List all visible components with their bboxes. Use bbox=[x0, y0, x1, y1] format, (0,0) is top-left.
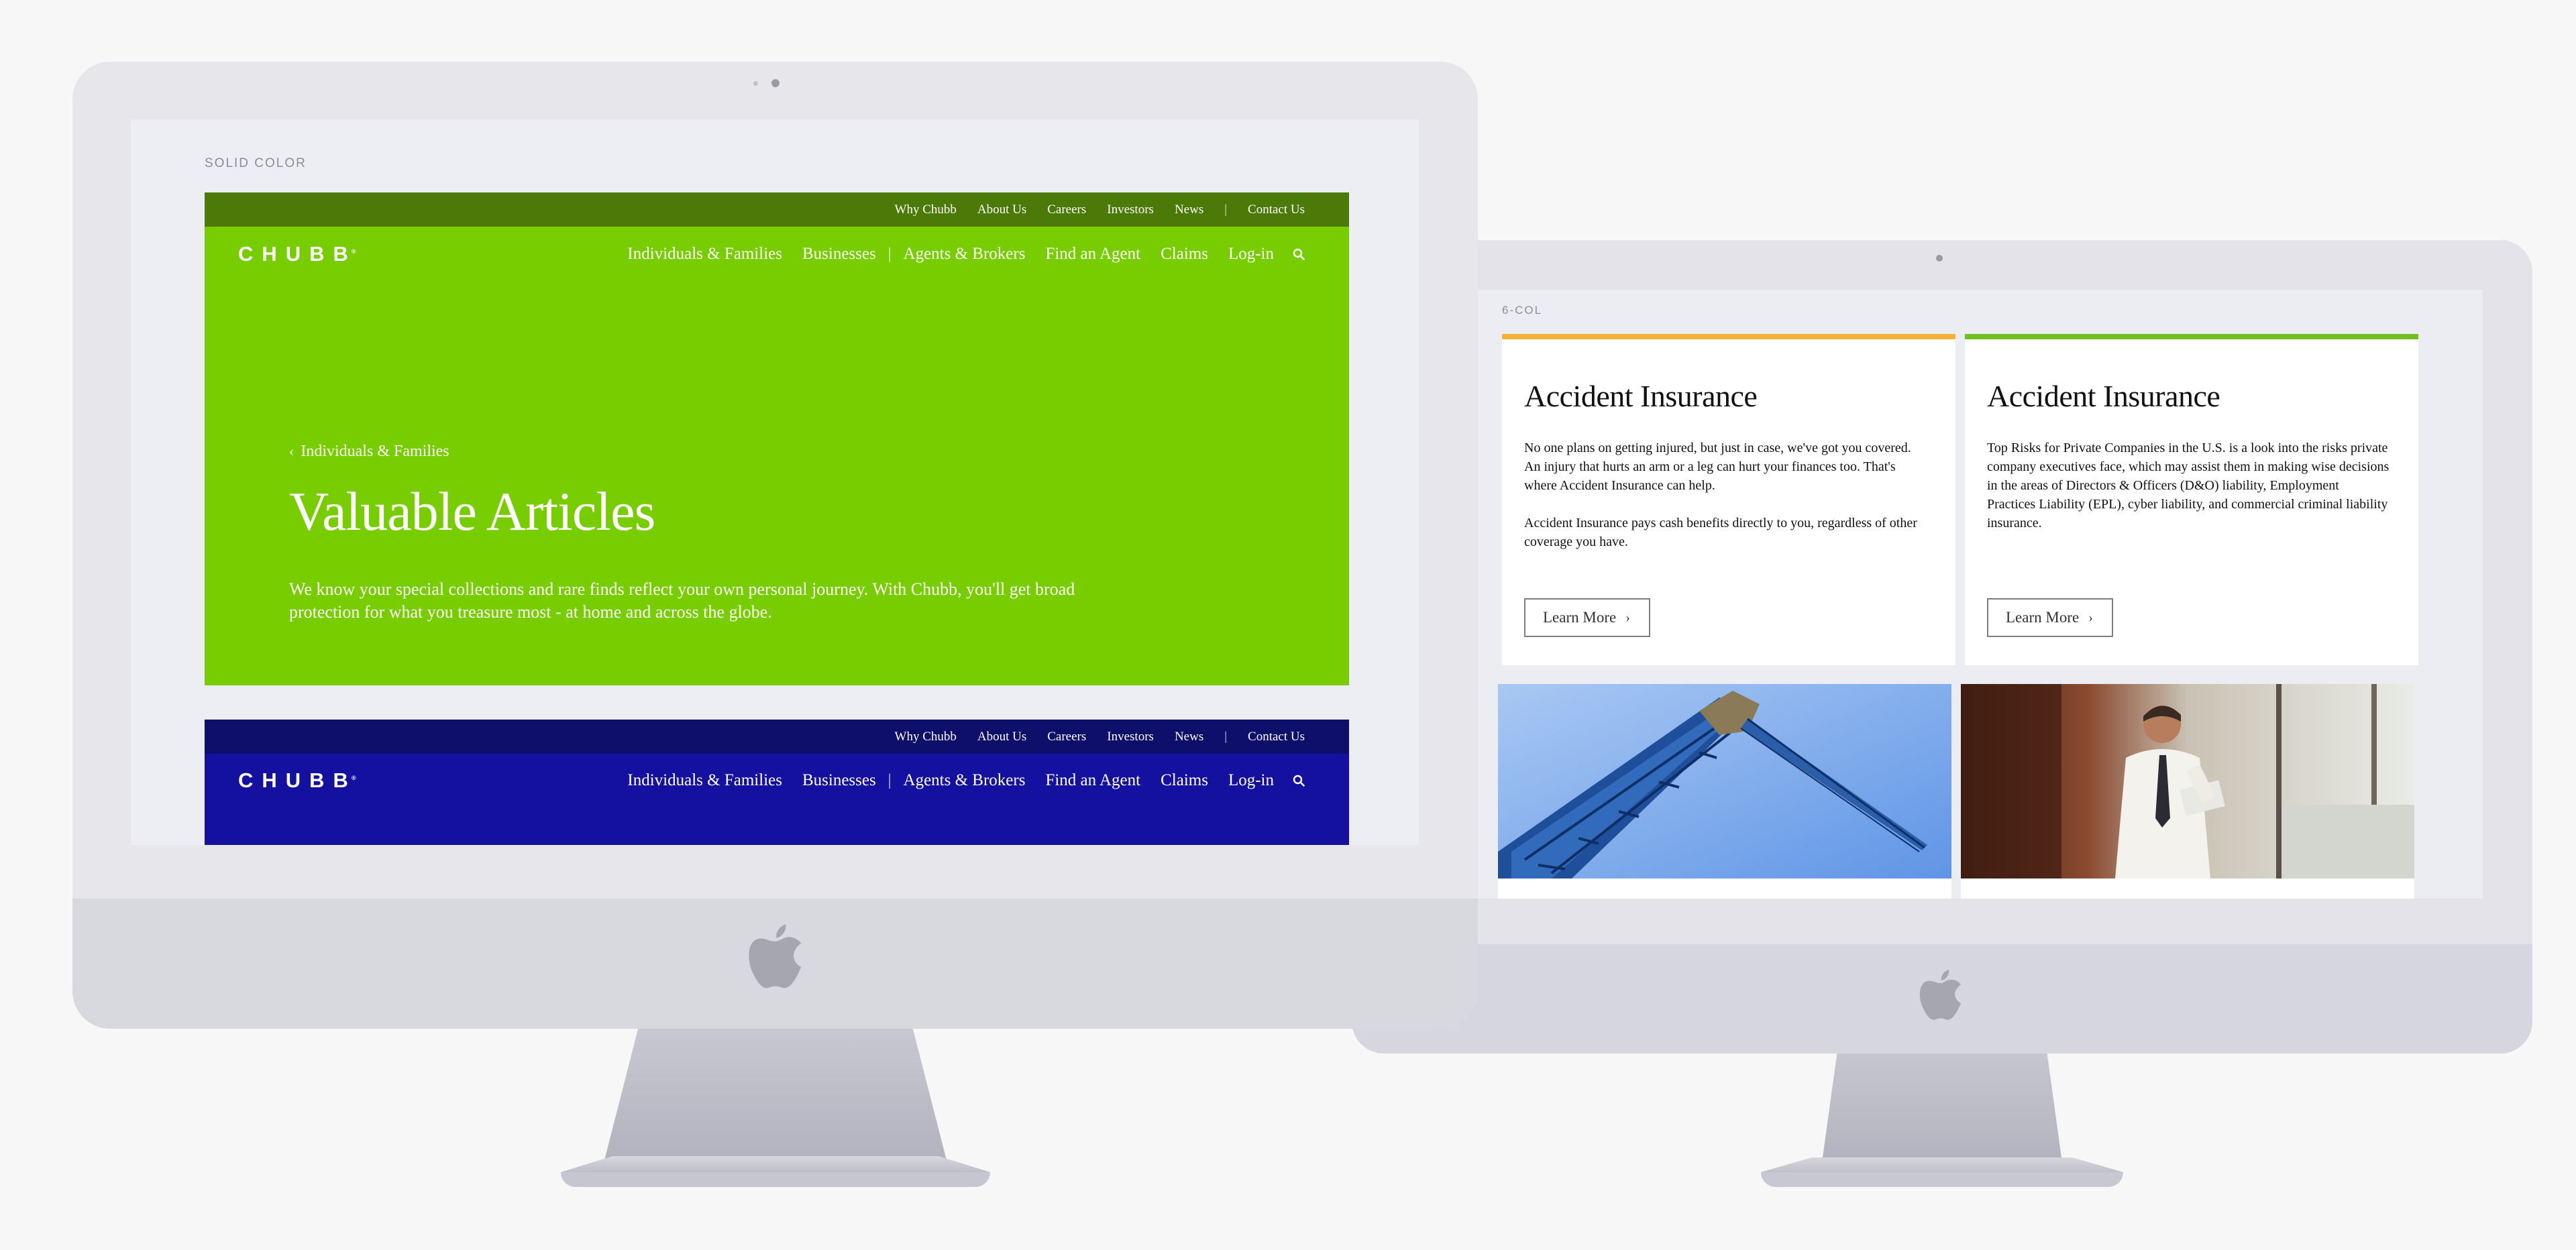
card-paragraph: Top Risks for Private Companies in the U… bbox=[1987, 441, 2390, 530]
right-monitor-foot bbox=[1761, 1172, 2123, 1187]
card-accent-bar bbox=[1502, 334, 1955, 339]
green-site: Why Chubb About Us Careers Investors New… bbox=[205, 192, 1349, 685]
hero-description: We know your special collections and rar… bbox=[289, 579, 1075, 622]
left-monitor-foot bbox=[561, 1172, 990, 1187]
main-nav: CHUBB® Individuals & Families Businesses… bbox=[205, 227, 1349, 282]
chevron-right-icon: › bbox=[1625, 610, 1630, 625]
button-label: Learn More bbox=[1543, 609, 1617, 626]
info-card: Accident Insurance No one plans on getti… bbox=[1502, 334, 1955, 665]
card-paragraph: Accident Insurance pays cash benefits di… bbox=[1524, 516, 1917, 549]
apple-logo-icon bbox=[749, 924, 802, 988]
nav-link-businesses[interactable]: Businesses bbox=[802, 245, 876, 264]
utility-nav: Why Chubb About Us Careers Investors New… bbox=[205, 192, 1349, 227]
nav-link-claims[interactable]: Claims bbox=[1161, 771, 1208, 790]
left-camera bbox=[771, 79, 780, 87]
right-monitor-stand bbox=[1823, 1054, 2061, 1157]
photo-caption-area bbox=[1498, 878, 1951, 899]
left-camera-sensor bbox=[753, 81, 758, 86]
nav-link-investors[interactable]: Investors bbox=[1107, 730, 1154, 744]
registered-mark: ® bbox=[351, 247, 356, 255]
nav-separator: | bbox=[1224, 202, 1228, 217]
card-body: Top Risks for Private Companies in the U… bbox=[1987, 439, 2390, 551]
breadcrumb[interactable]: ‹ Individuals & Families bbox=[289, 443, 449, 461]
nav-link-about-us[interactable]: About Us bbox=[977, 730, 1026, 744]
right-screen: 6-COL Accident Insurance No one plans on… bbox=[1477, 290, 2483, 899]
card-accent-bar bbox=[1965, 334, 2418, 339]
card-paragraph: No one plans on getting injured, but jus… bbox=[1524, 441, 1911, 493]
page-title: Valuable Articles bbox=[289, 481, 655, 542]
card-body: No one plans on getting injured, but jus… bbox=[1524, 439, 1927, 570]
nav-link-individuals-families[interactable]: Individuals & Families bbox=[627, 245, 782, 264]
card-title: Accident Insurance bbox=[1524, 379, 1758, 413]
chubb-logo[interactable]: CHUBB® bbox=[238, 242, 356, 266]
breadcrumb-label: Individuals & Families bbox=[301, 443, 449, 460]
hero-section: CHUBB® Individuals & Families Businesses… bbox=[205, 227, 1349, 685]
crane-photo bbox=[1498, 684, 1951, 878]
search-icon[interactable] bbox=[1293, 248, 1305, 260]
nav-separator: | bbox=[888, 771, 892, 789]
registered-mark: ® bbox=[351, 774, 356, 781]
nav-link-about-us[interactable]: About Us bbox=[977, 203, 1026, 217]
nav-link-investors[interactable]: Investors bbox=[1107, 203, 1154, 217]
nav-separator: | bbox=[888, 245, 892, 263]
left-screen: SOLID COLOR Why Chubb About Us Careers I… bbox=[131, 119, 1419, 845]
nav-link-news[interactable]: News bbox=[1175, 730, 1203, 744]
blue-site: Why Chubb About Us Careers Investors New… bbox=[205, 720, 1349, 845]
logo-text: CHUBB bbox=[238, 769, 357, 792]
nav-link-why-chubb[interactable]: Why Chubb bbox=[895, 730, 957, 744]
right-camera bbox=[1936, 255, 1943, 262]
nav-link-log-in[interactable]: Log-in bbox=[1228, 245, 1274, 264]
screen-label: SOLID COLOR bbox=[205, 156, 307, 170]
logo-text: CHUBB bbox=[238, 242, 357, 266]
nav-link-individuals-families[interactable]: Individuals & Families bbox=[627, 771, 782, 790]
office-photo bbox=[1961, 684, 2414, 878]
nav-link-log-in[interactable]: Log-in bbox=[1228, 771, 1274, 790]
nav-link-news[interactable]: News bbox=[1175, 203, 1203, 217]
utility-nav: Why Chubb About Us Careers Investors New… bbox=[205, 720, 1349, 754]
nav-link-find-an-agent[interactable]: Find an Agent bbox=[1045, 771, 1140, 790]
learn-more-button[interactable]: Learn More › bbox=[1987, 598, 2113, 637]
learn-more-button[interactable]: Learn More › bbox=[1524, 598, 1650, 637]
main-nav: CHUBB® Individuals & Families Businesses… bbox=[205, 754, 1349, 845]
nav-link-claims[interactable]: Claims bbox=[1161, 245, 1208, 264]
nav-link-agents-brokers[interactable]: Agents & Brokers bbox=[904, 771, 1026, 790]
screen-label: 6-COL bbox=[1502, 304, 1543, 317]
nav-link-businesses[interactable]: Businesses bbox=[802, 771, 876, 790]
nav-link-careers[interactable]: Careers bbox=[1047, 203, 1086, 217]
info-card: Accident Insurance Top Risks for Private… bbox=[1965, 334, 2418, 665]
chevron-right-icon: › bbox=[2088, 610, 2093, 625]
nav-separator: | bbox=[1224, 729, 1228, 744]
nav-link-contact-us[interactable]: Contact Us bbox=[1248, 203, 1305, 217]
nav-link-find-an-agent[interactable]: Find an Agent bbox=[1045, 245, 1140, 264]
nav-link-agents-brokers[interactable]: Agents & Brokers bbox=[904, 245, 1026, 264]
apple-logo-icon bbox=[1919, 970, 1961, 1020]
nav-link-contact-us[interactable]: Contact Us bbox=[1248, 730, 1305, 744]
photo-caption-area bbox=[1961, 878, 2414, 899]
card-title: Accident Insurance bbox=[1987, 379, 2220, 413]
nav-link-why-chubb[interactable]: Why Chubb bbox=[895, 203, 957, 217]
left-monitor-stand bbox=[604, 1029, 947, 1163]
nav-link-careers[interactable]: Careers bbox=[1047, 730, 1086, 744]
search-icon[interactable] bbox=[1293, 775, 1305, 787]
chevron-left-icon: ‹ bbox=[289, 443, 294, 459]
button-label: Learn More bbox=[2006, 609, 2080, 626]
chubb-logo[interactable]: CHUBB® bbox=[238, 769, 356, 793]
